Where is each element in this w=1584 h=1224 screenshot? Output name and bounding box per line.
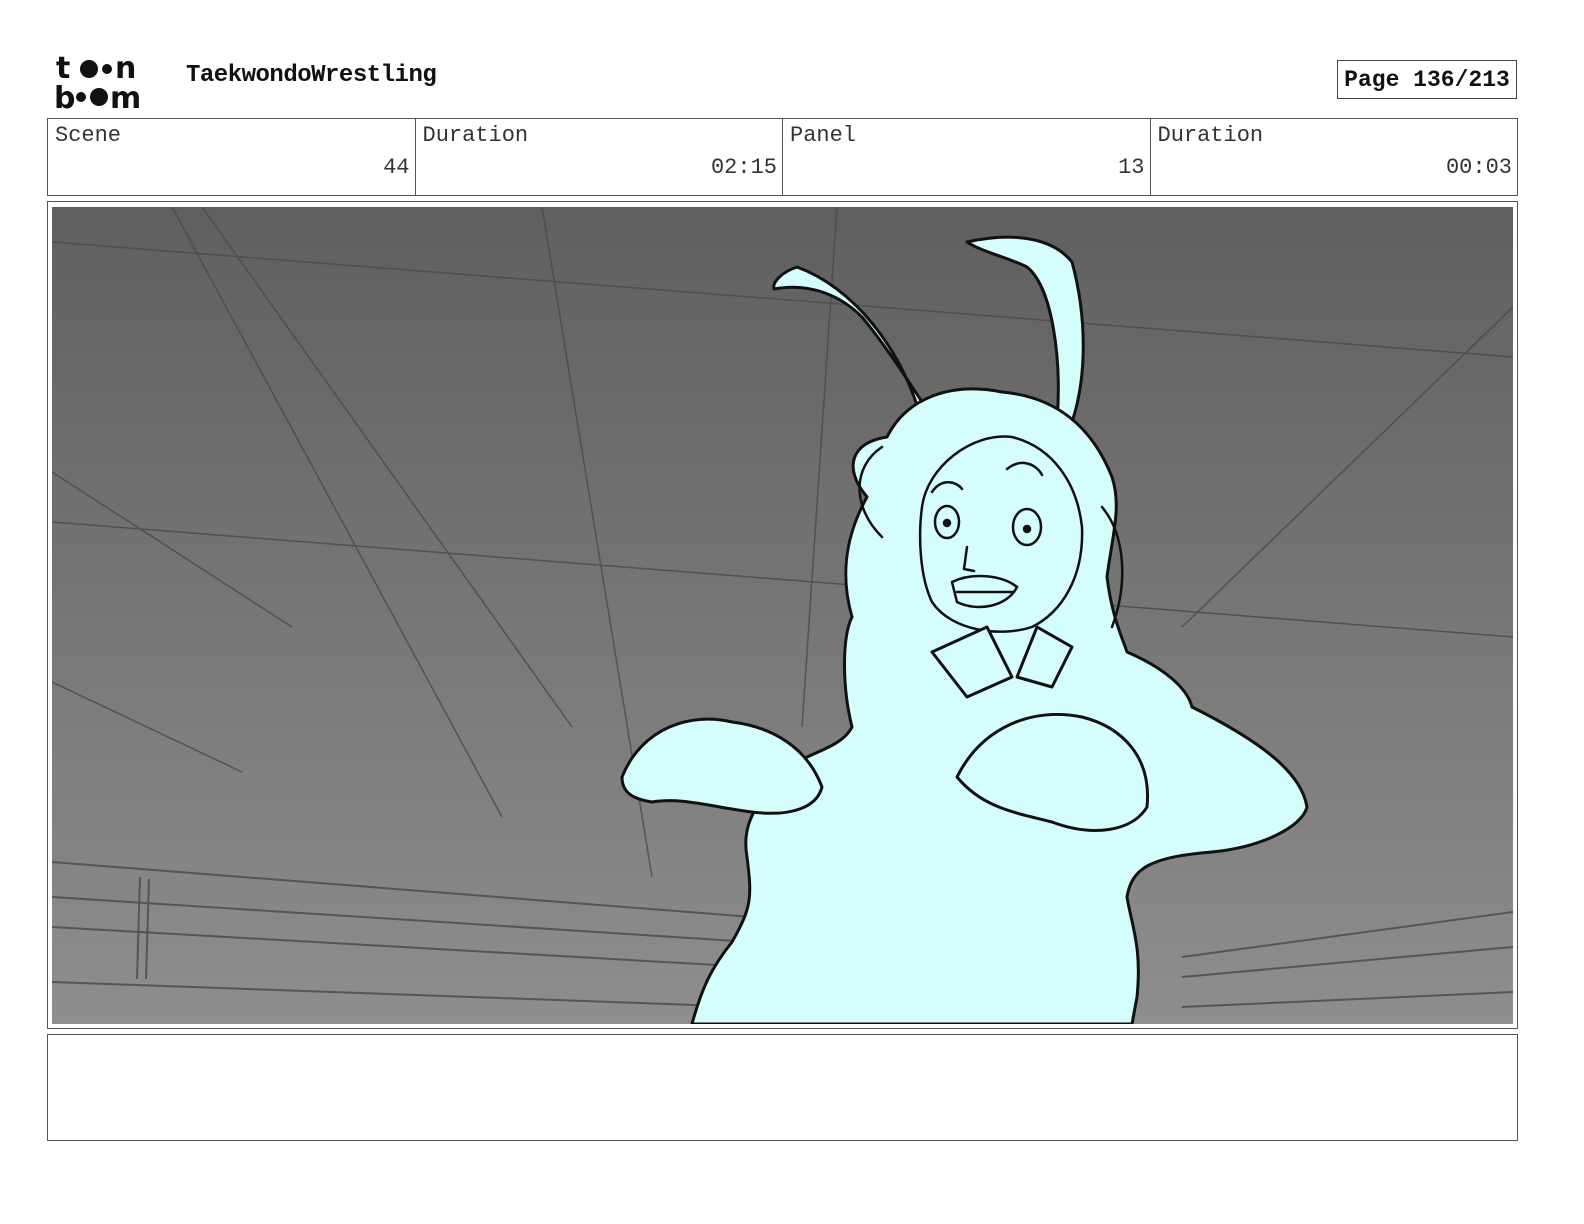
panel-cell: Panel 13: [783, 119, 1151, 195]
scene-duration-label: Duration: [422, 123, 529, 148]
project-title: TaekwondoWrestling: [186, 62, 437, 89]
svg-text:b: b: [54, 81, 75, 110]
scene-duration-cell: Duration 02:15: [416, 119, 783, 195]
panel-duration-label: Duration: [1157, 123, 1264, 148]
storyboard-panel: [47, 201, 1518, 1029]
panel-drawing: [52, 207, 1513, 1024]
scene-info-table: Scene 44 Duration 02:15 Panel 13 Duratio…: [47, 118, 1518, 196]
panel-notes-box: [47, 1034, 1518, 1141]
scene-duration-value: 02:15: [710, 155, 777, 180]
scene-value: 44: [383, 155, 410, 180]
panel-duration-value: 00:03: [1445, 155, 1512, 180]
toon-boom-logo: t n b m: [54, 52, 141, 110]
scene-label: Scene: [55, 123, 122, 148]
svg-text:m: m: [110, 81, 141, 110]
scene-cell: Scene 44: [48, 119, 416, 195]
panel-value: 13: [1118, 155, 1145, 180]
panel-label: Panel: [790, 123, 857, 148]
page-indicator: Page 136/213: [1337, 60, 1517, 99]
panel-duration-cell: Duration 00:03: [1151, 119, 1518, 195]
